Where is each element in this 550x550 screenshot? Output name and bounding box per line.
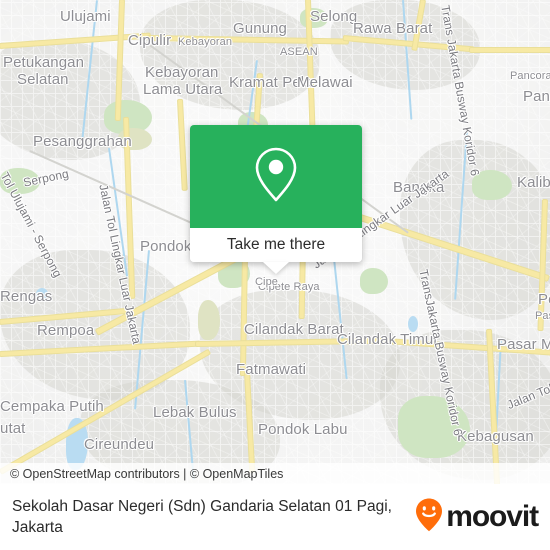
moovit-smiley-pin-icon [414, 497, 444, 538]
popup-pointer [263, 262, 289, 274]
map-canvas[interactable]: Ulujami Cipulir Kebayoran Gunung Selong Rawa … [0, 0, 550, 484]
map-place-label: Fatmawati [236, 361, 307, 378]
map-place-label: Selong [310, 8, 358, 25]
map-place-label: Pancoran [510, 70, 550, 82]
map-place-label: Gunung [233, 20, 287, 37]
take-me-there-button[interactable]: Take me there [190, 228, 362, 262]
major-road [470, 48, 550, 52]
location-popup[interactable]: Take me there [190, 125, 362, 274]
map-place-label: Melawai [297, 74, 353, 91]
map-place-label: Pasar Minggu [497, 336, 550, 353]
map-place-label: Kaliba [517, 174, 550, 191]
water-body [408, 316, 418, 332]
park-area [360, 268, 388, 294]
map-place-label: Pondok Labu [258, 421, 348, 438]
map-place-label: Petukangan [3, 54, 85, 71]
map-place-label: utat [0, 420, 26, 437]
map-place-label: Rempoa [37, 322, 95, 339]
map-pin-icon [248, 144, 304, 209]
attribution-text[interactable]: © OpenStreetMap contributors | © OpenMap… [0, 467, 283, 481]
page-title: Sekolah Dasar Negeri (Sdn) Gandaria Sela… [12, 498, 392, 536]
map-place-label: Kebagusan [457, 428, 534, 445]
map-place-label: Pas [535, 310, 550, 322]
moovit-logo[interactable]: moovit [414, 497, 550, 538]
map-attribution-bar: © OpenStreetMap contributors | © OpenMap… [0, 463, 550, 484]
map-place-label: Kebayoran [178, 36, 233, 48]
map-place-label: Panco [523, 88, 550, 105]
map-place-label: Ulujami [60, 8, 111, 25]
map-place-label: Pesanggrahan [33, 133, 132, 150]
map-place-label: Kebayoran [145, 64, 219, 81]
map-place-label: Lebak Bulus [153, 404, 237, 421]
map-place-label: ASEAN [280, 46, 318, 58]
popup-header [190, 125, 362, 228]
map-place-label: Rengas [0, 288, 53, 305]
map-place-label: Cempaka Putih [0, 398, 104, 415]
moovit-wordmark: moovit [446, 500, 539, 533]
map-place-label: Pe [538, 291, 550, 308]
map-place-label: Cilandak Barat [244, 321, 344, 338]
map-screenshot: Ulujami Cipulir Kebayoran Gunung Selong Rawa … [0, 0, 550, 550]
map-place-label: Cireundeu [84, 436, 155, 453]
map-place-label: Selatan [17, 71, 69, 88]
park-area [198, 300, 220, 340]
map-place-label: Cilandak Timur [337, 331, 439, 348]
map-place-label: Lama Utara [143, 81, 223, 98]
map-place-label: Cipulir [128, 32, 172, 49]
map-place-label: Cipe [255, 276, 279, 288]
footer-bar: Sekolah Dasar Negeri (Sdn) Gandaria Sela… [0, 484, 550, 550]
map-place-label: Rawa Barat [353, 20, 433, 37]
